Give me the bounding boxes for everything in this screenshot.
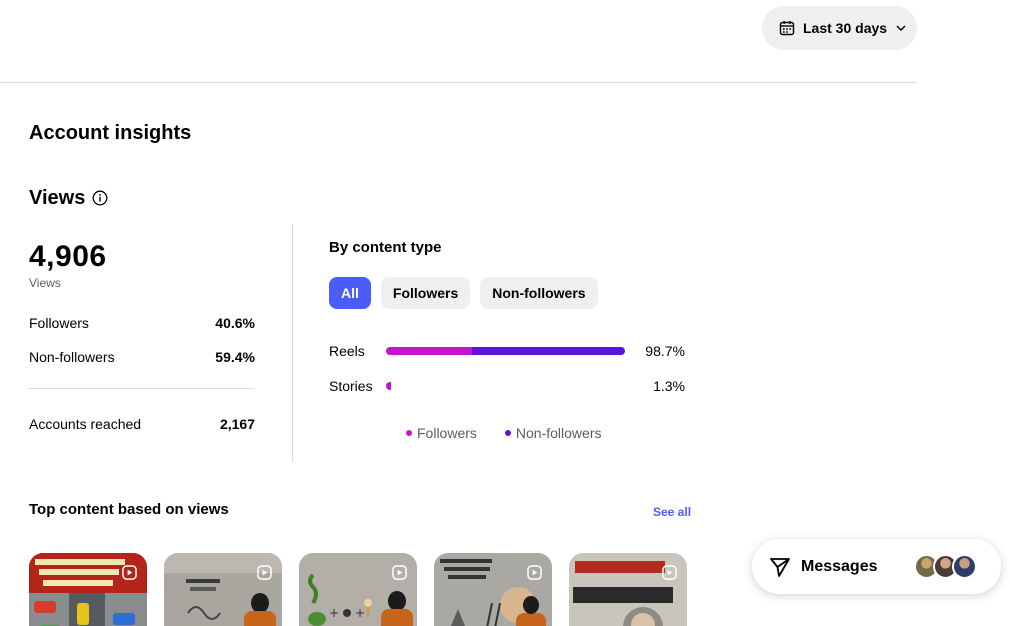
stat-row-followers: Followers 40.6% <box>29 315 255 331</box>
content-row-stories: Stories 1.3% <box>329 376 685 396</box>
date-range-label: Last 30 days <box>803 20 888 36</box>
avatar <box>952 554 977 579</box>
stat-value: 2,167 <box>219 416 255 432</box>
content-bar <box>386 382 391 390</box>
reel-icon <box>662 565 677 580</box>
svg-text:+: + <box>329 606 339 620</box>
message-avatars <box>914 554 977 579</box>
chevron-down-icon <box>896 25 906 31</box>
stat-label: Followers <box>29 315 89 331</box>
thumb-snake-math[interactable]: + + <box>299 553 417 626</box>
stat-label: Non-followers <box>29 349 115 365</box>
views-total-label: Views <box>29 276 61 290</box>
info-icon[interactable] <box>92 190 108 206</box>
legend-dot <box>504 430 511 436</box>
date-range-button[interactable]: Last 30 days <box>762 6 917 50</box>
thumbnail-image <box>29 553 147 626</box>
legend-label: Followers <box>417 425 477 441</box>
content-row-label: Reels <box>329 343 365 359</box>
bar-segment-followers <box>386 382 391 390</box>
views-title: Views <box>29 187 86 209</box>
stat-row-accounts-reached: Accounts reached 2,167 <box>29 416 255 432</box>
by-content-type-title: By content type <box>329 239 442 256</box>
content-row-percent: 98.7% <box>645 343 685 359</box>
reel-icon <box>257 565 272 580</box>
content-filter-chips: All Followers Non-followers <box>329 277 598 309</box>
legend-label: Non-followers <box>515 425 602 441</box>
send-icon <box>770 557 790 577</box>
top-content-title: Top content based on views <box>29 501 229 518</box>
filter-chip-non-followers[interactable]: Non-followers <box>480 277 598 309</box>
thumb-genius-math[interactable] <box>569 553 687 626</box>
reel-icon <box>122 565 137 580</box>
page-title: Account insights <box>29 122 192 144</box>
messages-label: Messages <box>801 557 878 575</box>
views-heading: Views <box>29 187 108 210</box>
content-bar <box>386 347 625 355</box>
vertical-divider <box>292 224 293 462</box>
thumbnail-image: + + <box>299 553 417 626</box>
thumbnail-image <box>164 553 282 626</box>
filter-chip-all[interactable]: All <box>329 277 371 309</box>
header-divider <box>0 82 917 83</box>
thumbnail-image <box>569 553 687 626</box>
chart-legend: Followers Non-followers <box>406 425 602 441</box>
thumb-traffic-puzzle[interactable] <box>29 553 147 626</box>
content-row-percent: 1.3% <box>653 378 685 394</box>
thumb-pass-fail[interactable] <box>164 553 282 626</box>
bar-segment-non-followers <box>471 347 625 355</box>
legend-dot <box>406 430 412 436</box>
messages-button[interactable]: Messages <box>752 539 1001 594</box>
bar-segment-followers <box>386 347 472 355</box>
thumbnail-image <box>434 553 552 626</box>
stats-divider <box>29 388 255 389</box>
stat-value: 40.6% <box>215 315 255 331</box>
filter-chip-followers[interactable]: Followers <box>380 277 471 309</box>
stat-row-non-followers: Non-followers 59.4% <box>29 349 255 365</box>
content-row-label: Stories <box>329 378 373 394</box>
calendar-icon <box>779 21 795 36</box>
svg-text:+: + <box>355 606 365 620</box>
top-content-thumbnails: + + <box>29 553 687 626</box>
legend-item-followers: Followers <box>406 425 477 441</box>
legend-item-non-followers: Non-followers <box>504 425 602 441</box>
stat-label: Accounts reached <box>29 416 142 432</box>
reel-icon <box>527 565 542 580</box>
see-all-link[interactable]: See all <box>653 505 691 519</box>
thumb-ladder-puzzle[interactable] <box>434 553 552 626</box>
stat-value: 59.4% <box>215 349 255 365</box>
content-row-reels: Reels 98.7% <box>329 341 685 361</box>
views-total: 4,906 <box>29 240 107 273</box>
reel-icon <box>392 565 407 580</box>
